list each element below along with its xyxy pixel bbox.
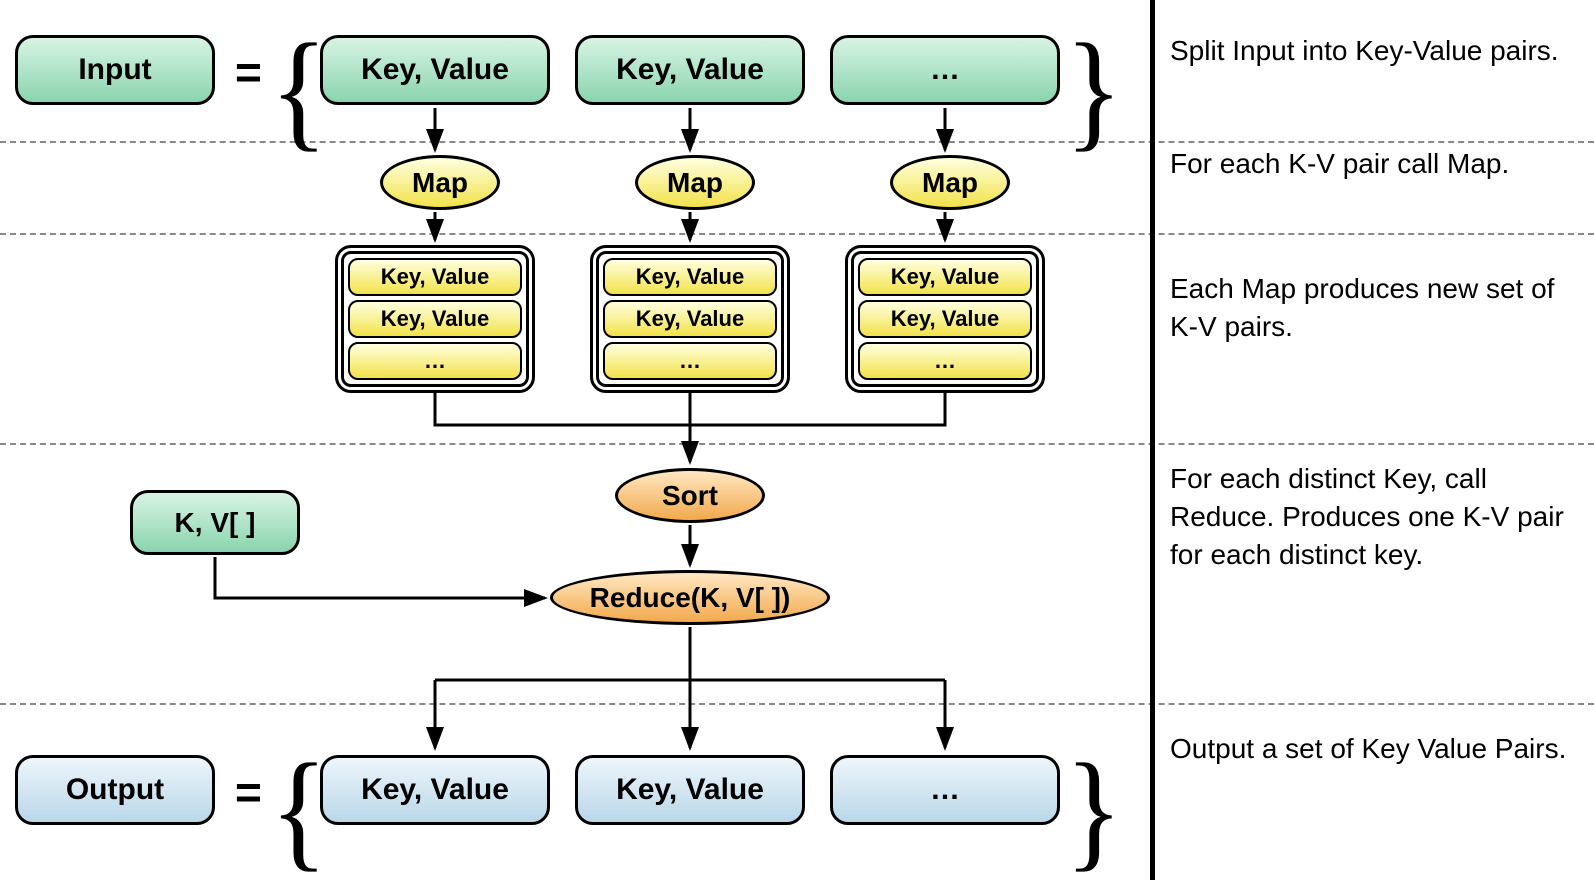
map-ellipse-3: Map	[890, 155, 1010, 210]
desc-output: Output a set of Key Value Pairs.	[1170, 730, 1566, 768]
kv-array-box: K, V[ ]	[130, 490, 300, 555]
equals-top: =	[235, 45, 262, 99]
kvgroup-1: Key, Value Key, Value …	[335, 245, 535, 393]
kv-row: Key, Value	[603, 258, 777, 296]
map-ellipse-1: Map	[380, 155, 500, 210]
desc-split: Split Input into Key-Value pairs.	[1170, 32, 1559, 70]
kvgroup-3: Key, Value Key, Value …	[845, 245, 1045, 393]
kv-output-1: Key, Value	[320, 755, 550, 825]
input-box: Input	[15, 35, 215, 105]
desc-map: For each K-V pair call Map.	[1170, 145, 1509, 183]
output-box: Output	[15, 755, 215, 825]
kv-input-ellipsis: …	[830, 35, 1060, 105]
kv-row: …	[858, 342, 1032, 380]
kvgroup-2: Key, Value Key, Value …	[590, 245, 790, 393]
reduce-ellipse: Reduce(K, V[ ])	[550, 570, 830, 625]
kv-row: Key, Value	[858, 300, 1032, 338]
kv-row: …	[603, 342, 777, 380]
map-ellipse-2: Map	[635, 155, 755, 210]
kv-input-2: Key, Value	[575, 35, 805, 105]
kv-output-2: Key, Value	[575, 755, 805, 825]
descriptions-panel: Split Input into Key-Value pairs. For ea…	[1150, 0, 1580, 880]
desc-reduce: For each distinct Key, call Reduce. Prod…	[1170, 460, 1580, 573]
brace-close-bottom: }	[1065, 761, 1123, 860]
kv-input-1: Key, Value	[320, 35, 550, 105]
diagram-area: Input = { Key, Value Key, Value … } Map …	[10, 0, 1120, 880]
brace-close-top: }	[1065, 41, 1123, 140]
brace-open-top: {	[270, 41, 328, 140]
brace-open-bottom: {	[270, 761, 328, 860]
desc-produce: Each Map produces new set of K-V pairs.	[1170, 270, 1580, 346]
kv-output-ellipsis: …	[830, 755, 1060, 825]
kv-row: …	[348, 342, 522, 380]
kv-row: Key, Value	[603, 300, 777, 338]
arrows-overlay	[10, 0, 1120, 880]
sort-ellipse: Sort	[615, 468, 765, 523]
kv-row: Key, Value	[858, 258, 1032, 296]
equals-bottom: =	[235, 765, 262, 819]
kv-row: Key, Value	[348, 258, 522, 296]
kv-row: Key, Value	[348, 300, 522, 338]
